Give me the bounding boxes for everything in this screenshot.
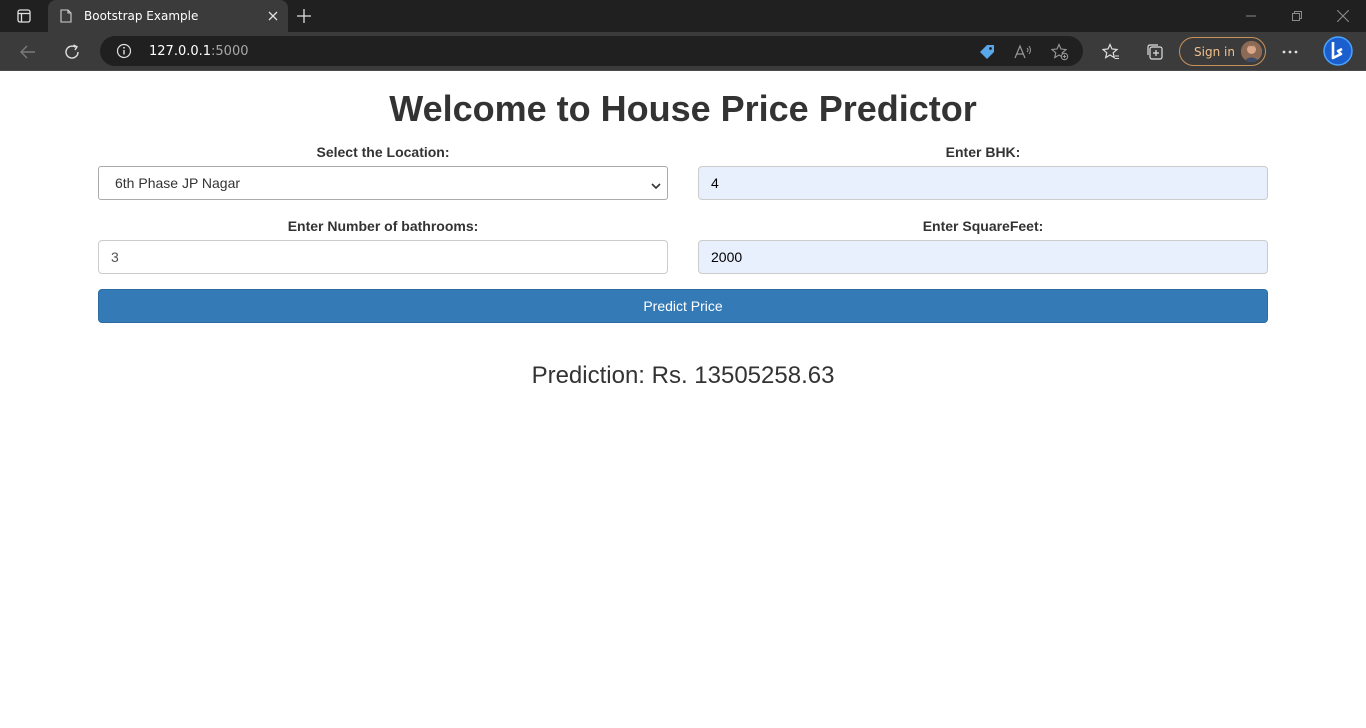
- prediction-result: Prediction: Rs. 13505258.63: [531, 362, 835, 389]
- sqft-label: Enter SquareFeet:: [922, 218, 1044, 234]
- location-selected-value: 6th Phase JP Nagar: [115, 175, 241, 191]
- back-icon[interactable]: [14, 38, 42, 66]
- address-bar[interactable]: 127.0.0.1:5000: [100, 36, 1083, 66]
- browser-tab[interactable]: Bootstrap Example: [48, 0, 288, 32]
- close-icon[interactable]: [265, 8, 281, 24]
- favorites-icon[interactable]: [1097, 38, 1125, 66]
- url-host: 127.0.0.1: [149, 44, 212, 59]
- tab-title: Bootstrap Example: [84, 9, 199, 23]
- add-favorite-icon[interactable]: [1051, 43, 1069, 61]
- refresh-icon[interactable]: [58, 38, 86, 66]
- collections-icon[interactable]: [1141, 38, 1169, 66]
- info-icon[interactable]: [116, 43, 132, 59]
- predict-price-button[interactable]: Predict Price: [98, 289, 1268, 323]
- sign-in-button[interactable]: Sign in: [1179, 37, 1266, 66]
- chevron-down-icon: [651, 178, 661, 190]
- bhk-input[interactable]: 4: [698, 166, 1268, 200]
- plus-icon[interactable]: [293, 6, 315, 26]
- bathrooms-input[interactable]: 3: [98, 240, 668, 274]
- page-title: Welcome to House Price Predictor: [389, 88, 977, 129]
- sign-in-label: Sign in: [1194, 45, 1235, 59]
- tab-bar: Bootstrap Example: [0, 0, 1366, 32]
- avatar: [1241, 41, 1262, 62]
- bhk-label: Enter BHK:: [945, 144, 1021, 160]
- coupon-icon[interactable]: [978, 43, 996, 61]
- location-label: Select the Location:: [316, 144, 450, 160]
- restore-icon[interactable]: [1274, 0, 1320, 32]
- page-icon: [60, 9, 72, 23]
- copilot-icon[interactable]: [1322, 35, 1354, 67]
- window-close-icon[interactable]: [1320, 0, 1366, 32]
- browser-toolbar: 127.0.0.1:5000 Sign in: [0, 32, 1366, 71]
- bathrooms-label: Enter Number of bathrooms:: [287, 218, 479, 234]
- sqft-input[interactable]: 2000: [698, 240, 1268, 274]
- minimize-icon[interactable]: [1228, 0, 1274, 32]
- location-select[interactable]: 6th Phase JP Nagar: [98, 166, 668, 200]
- more-icon[interactable]: [1276, 38, 1304, 66]
- read-aloud-icon[interactable]: [1014, 43, 1032, 61]
- page-content: Welcome to House Price Predictor Select …: [0, 71, 1366, 728]
- url-port: :5000: [211, 44, 249, 59]
- address-url: 127.0.0.1:5000: [149, 44, 249, 59]
- tab-actions-icon[interactable]: [8, 5, 40, 27]
